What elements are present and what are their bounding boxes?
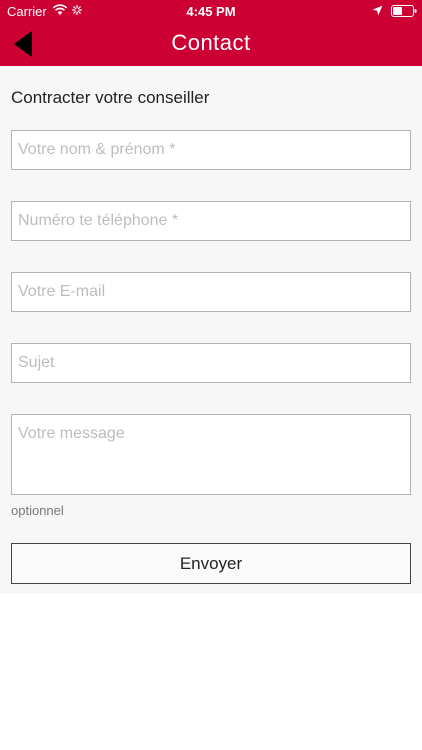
message-textarea[interactable] [11,414,411,495]
phone-input[interactable] [11,201,411,241]
navigation-bar: Contact [0,22,422,66]
optional-hint: optionnel [11,503,64,518]
status-time: 4:45 PM [186,4,236,19]
battery-icon [391,5,417,17]
send-button[interactable]: Envoyer [11,543,411,584]
app-header: Carrier 4:45 PM Contact [0,0,422,66]
location-arrow-icon [372,5,383,16]
contact-form: Contracter votre conseiller optionnel En… [0,66,422,594]
form-heading: Contracter votre conseiller [11,88,210,107]
name-input[interactable] [11,130,411,170]
email-input[interactable] [11,272,411,312]
status-bar: Carrier 4:45 PM [0,0,422,22]
subject-input[interactable] [11,343,411,383]
page-title: Contact [171,30,251,55]
